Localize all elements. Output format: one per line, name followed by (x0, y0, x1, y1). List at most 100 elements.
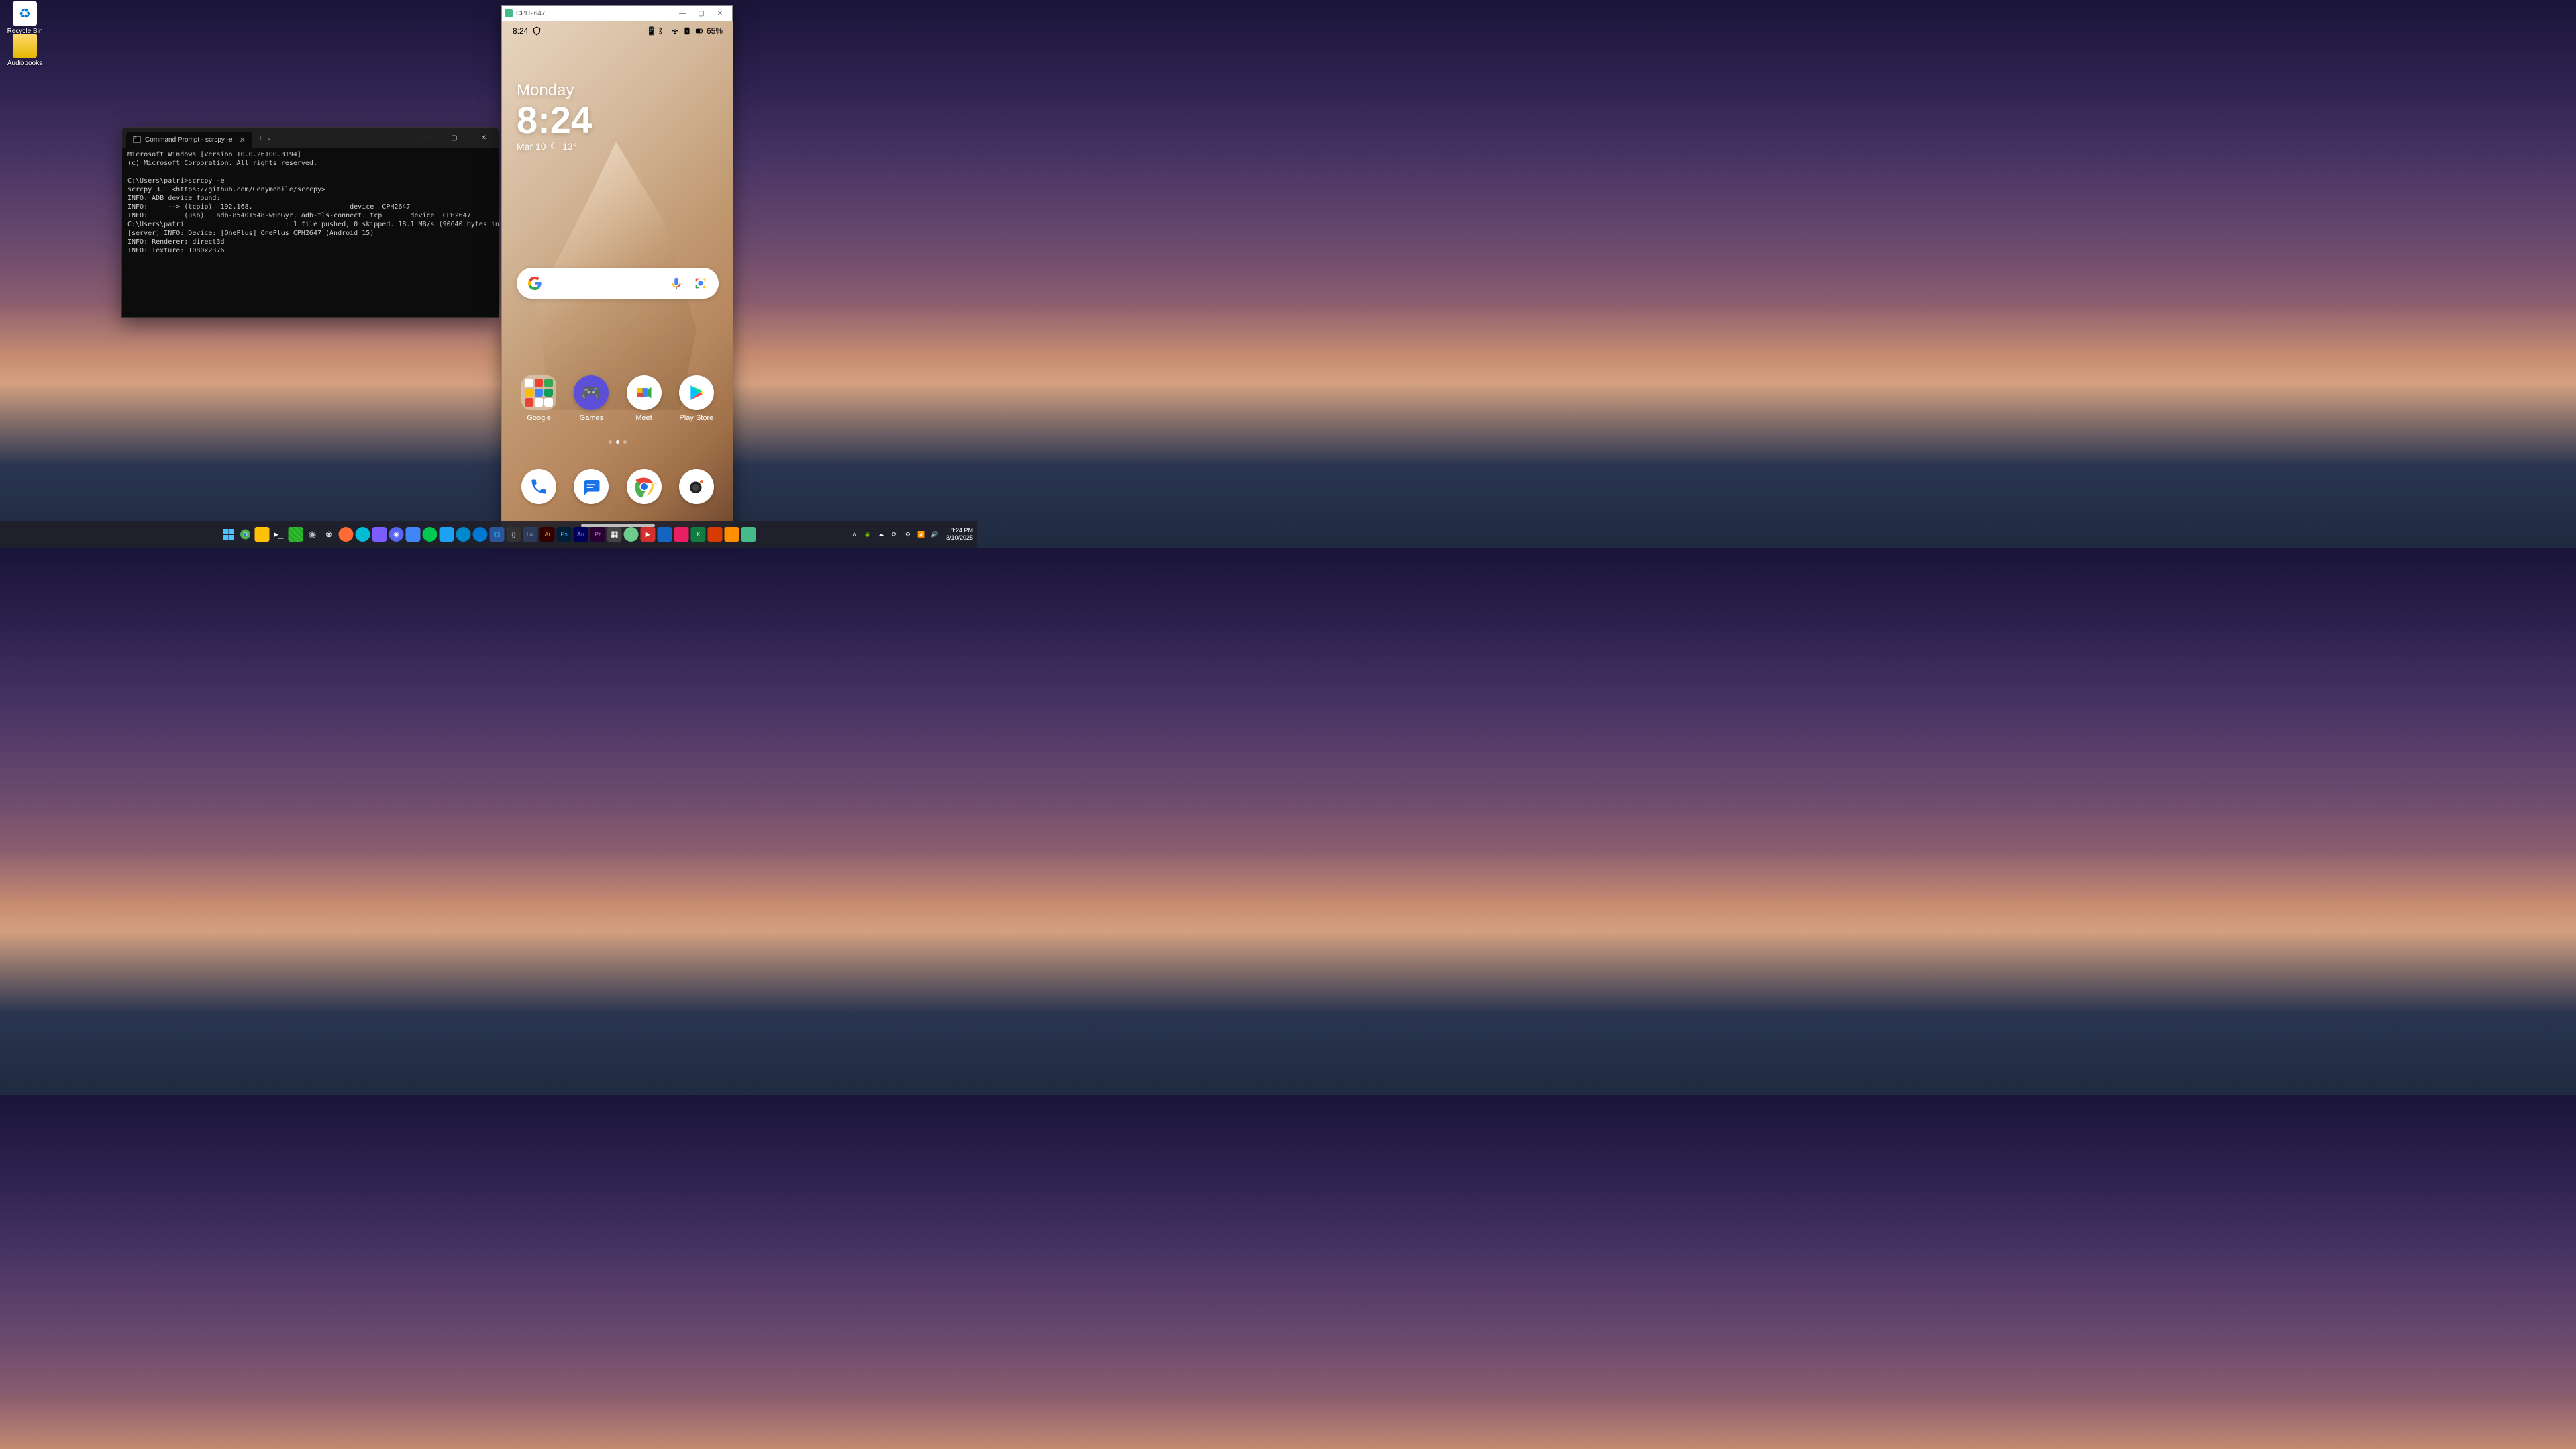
folder-icon (521, 375, 556, 410)
taskbar-vscode[interactable]: ⧉ (490, 527, 505, 542)
taskbar-app-orange[interactable] (339, 527, 354, 542)
taskbar-edge[interactable] (473, 527, 488, 542)
taskbar[interactable]: ▸_ ◉ ⊗ ◉ ⧉ {} Lrc Ai Ps Au Pr ▦ ▶ X ˄ ◉ … (0, 521, 977, 548)
sim-icon: ! (682, 26, 692, 36)
widget-date: Mar 10 (517, 141, 546, 152)
taskbar-app-amber[interactable] (725, 527, 739, 542)
system-tray[interactable]: ˄ ◉ ☁ ⟳ ⚙ 📶 🔊 8:24 PM 3/10/2025 (849, 527, 973, 542)
terminal-tab[interactable]: Command Prompt - scrcpy -e ✕ (126, 132, 252, 148)
audiobooks-folder[interactable]: Audiobooks (1, 34, 48, 67)
taskbar-terminal[interactable]: ▸_ (272, 527, 287, 542)
start-button[interactable] (221, 527, 236, 542)
taskbar-app-pink[interactable] (674, 527, 689, 542)
terminal-output[interactable]: Microsoft Windows [Version 10.0.26100.31… (122, 148, 499, 258)
tray-settings-icon[interactable]: ⚙ (903, 530, 913, 539)
home-indicator[interactable] (581, 524, 655, 527)
taskbar-chrome[interactable] (238, 527, 253, 542)
taskbar-time: 8:24 PM (946, 527, 973, 534)
meet-icon (627, 375, 662, 410)
clock-widget[interactable]: Monday 8:24 Mar 10 ☾ 13° (517, 81, 592, 152)
taskbar-lrc[interactable]: Lrc (523, 527, 538, 542)
new-tab-button[interactable]: + (258, 132, 263, 143)
tab-close-icon[interactable]: ✕ (240, 136, 246, 144)
audiobooks-label: Audiobooks (1, 60, 48, 67)
google-search-bar[interactable] (517, 268, 719, 299)
taskbar-app-gray[interactable]: ▦ (607, 527, 622, 542)
phone-screen[interactable]: 8:24 📳 ᛒ ! 65% Monday 8:24 Mar 10 ☾ 13° (502, 21, 733, 530)
taskbar-illustrator[interactable]: Ai (540, 527, 555, 542)
tab-dropdown[interactable]: ⌄ (267, 135, 272, 141)
taskbar-dev[interactable]: {} (507, 527, 521, 542)
recycle-bin[interactable]: Recycle Bin (1, 1, 48, 35)
bluetooth-icon: ᛒ (658, 26, 668, 36)
taskbar-app-lightblue[interactable] (440, 527, 454, 542)
moon-icon: ☾ (550, 140, 559, 152)
folder-icon (13, 34, 37, 58)
messages-app[interactable] (570, 469, 612, 508)
terminal-titlebar[interactable]: Command Prompt - scrcpy -e ✕ + ⌄ — ▢ ✕ (122, 128, 499, 148)
taskbar-app-orange2[interactable] (708, 527, 723, 542)
tray-volume-icon[interactable]: 🔊 (930, 530, 939, 539)
battery-icon (694, 26, 704, 36)
taskbar-photoshop[interactable]: Ps (557, 527, 572, 542)
recycle-bin-icon (13, 1, 37, 26)
taskbar-audition[interactable]: Au (574, 527, 588, 542)
wifi-icon (670, 26, 680, 36)
phone-app[interactable] (518, 469, 560, 508)
playstore-app[interactable]: Play Store (676, 375, 717, 422)
taskbar-app-red[interactable]: ▶ (641, 527, 656, 542)
meet-app[interactable]: Meet (623, 375, 665, 422)
widget-temp: 13° (562, 141, 576, 152)
google-lens-icon[interactable] (693, 276, 708, 291)
taskbar-app-mint[interactable] (624, 527, 639, 542)
tray-wifi-icon[interactable]: 📶 (917, 530, 926, 539)
scrcpy-titlebar[interactable]: CPH2647 — ▢ ✕ (502, 6, 732, 21)
terminal-minimize-button[interactable]: — (410, 128, 440, 148)
taskbar-telegram[interactable] (456, 527, 471, 542)
chrome-icon (627, 469, 662, 504)
taskbar-app-darkblue[interactable] (658, 527, 672, 542)
taskbar-explorer[interactable] (255, 527, 270, 542)
taskbar-app-blue[interactable] (406, 527, 421, 542)
tray-nvidia-icon[interactable]: ◉ (863, 530, 872, 539)
taskbar-premiere[interactable]: Pr (590, 527, 605, 542)
games-icon: 🎮 (574, 375, 609, 410)
tray-chevron-icon[interactable]: ˄ (849, 530, 859, 539)
voice-search-icon[interactable] (669, 276, 684, 291)
dock (502, 469, 733, 508)
terminal-window[interactable]: Command Prompt - scrcpy -e ✕ + ⌄ — ▢ ✕ M… (121, 127, 499, 318)
playstore-icon (679, 375, 714, 410)
terminal-tab-title: Command Prompt - scrcpy -e (145, 136, 233, 144)
status-time: 8:24 (513, 26, 528, 36)
taskbar-scrcpy[interactable] (741, 527, 756, 542)
scrcpy-maximize-button[interactable]: ▢ (692, 6, 711, 21)
taskbar-minecraft[interactable] (289, 527, 303, 542)
camera-app[interactable] (676, 469, 717, 508)
app-row-1: Google 🎮 Games Meet Play Store (502, 375, 733, 422)
taskbar-app-purple[interactable] (372, 527, 387, 542)
taskbar-center: ▸_ ◉ ⊗ ◉ ⧉ {} Lrc Ai Ps Au Pr ▦ ▶ X (221, 527, 756, 542)
taskbar-clock[interactable]: 8:24 PM 3/10/2025 (946, 527, 973, 542)
taskbar-excel[interactable]: X (691, 527, 706, 542)
messages-icon (574, 469, 609, 504)
tray-cloud-icon[interactable]: ☁ (876, 530, 886, 539)
terminal-maximize-button[interactable]: ▢ (440, 128, 469, 148)
terminal-close-button[interactable]: ✕ (469, 128, 499, 148)
scrcpy-minimize-button[interactable]: — (673, 6, 692, 21)
taskbar-app-cyan[interactable] (356, 527, 370, 542)
games-app[interactable]: 🎮 Games (570, 375, 612, 422)
taskbar-discord[interactable]: ◉ (389, 527, 404, 542)
phone-status-bar[interactable]: 8:24 📳 ᛒ ! 65% (502, 21, 733, 41)
chrome-app[interactable] (623, 469, 665, 508)
taskbar-app-green[interactable] (423, 527, 437, 542)
scrcpy-window[interactable]: CPH2647 — ▢ ✕ 8:24 📳 ᛒ ! 65% Monday 8:24… (501, 5, 733, 530)
google-folder[interactable]: Google (518, 375, 560, 422)
tray-sync-icon[interactable]: ⟳ (890, 530, 899, 539)
app-label: Play Store (676, 414, 717, 422)
taskbar-steam[interactable]: ◉ (305, 527, 320, 542)
scrcpy-close-button[interactable]: ✕ (711, 6, 729, 21)
brave-shield-icon (532, 26, 542, 36)
taskbar-xbox[interactable]: ⊗ (322, 527, 337, 542)
phone-icon (521, 469, 556, 504)
app-label: Google (518, 414, 560, 422)
